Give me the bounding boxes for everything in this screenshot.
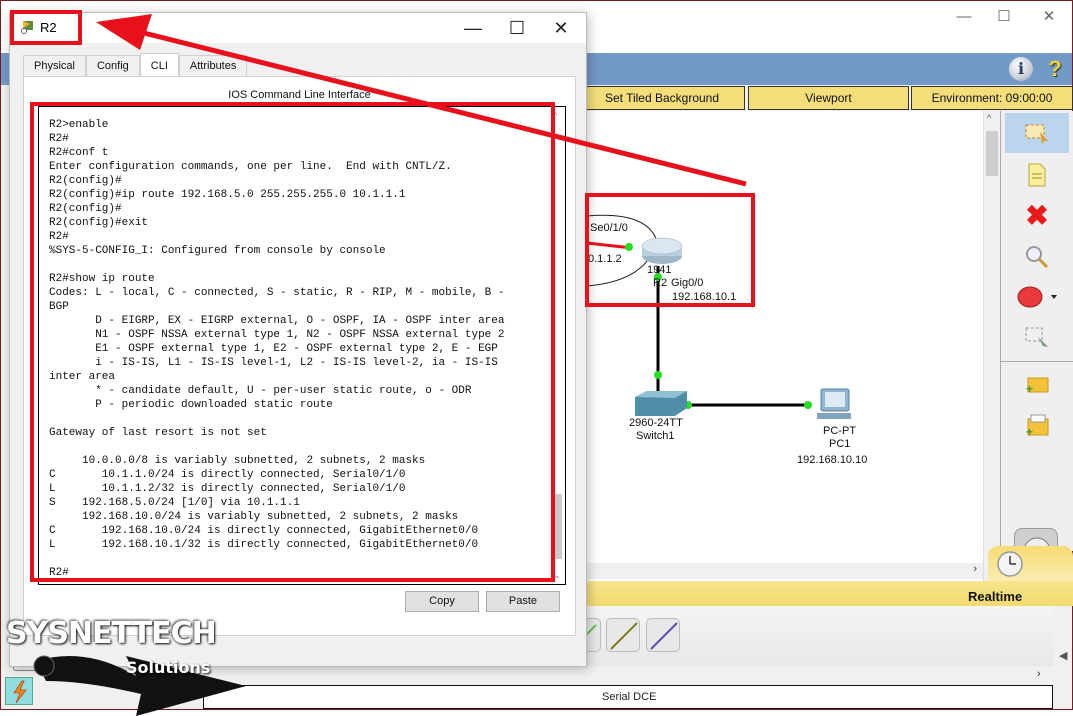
router-gig-port-label: Gig0/0 — [671, 277, 704, 289]
resize-shape-tool[interactable] — [1005, 317, 1069, 357]
svg-text:+: + — [1026, 425, 1033, 438]
cli-tab-panel: IOS Command Line Interface R2>enable R2#… — [23, 76, 576, 636]
pc-name-label: PC1 — [829, 438, 851, 450]
scroll-up-icon[interactable]: ^ — [987, 113, 991, 123]
router-serial-ip-label: 0.1.1.2 — [588, 253, 622, 265]
select-icon — [1025, 124, 1048, 144]
dialog-close-button[interactable]: ✕ — [541, 16, 581, 40]
tool-divider — [1001, 361, 1073, 362]
cli-console[interactable]: R2>enable R2# R2#conf t Enter configurat… — [38, 106, 566, 585]
set-tiled-background-button[interactable]: Set Tiled Background — [579, 86, 745, 110]
svg-text:+: + — [1026, 382, 1033, 395]
help-icon[interactable]: ? — [1043, 57, 1067, 81]
switch-icon — [635, 391, 687, 416]
switch-model-label: 2960-24TT — [629, 417, 683, 429]
scroll-thumb[interactable] — [986, 131, 998, 176]
watermark-tagline: Solutions — [126, 658, 211, 677]
ellipse-icon — [1017, 286, 1057, 308]
topology-canvas — [587, 214, 851, 419]
cli-scroll-thumb[interactable] — [554, 494, 562, 559]
select-tool[interactable] — [1005, 113, 1069, 153]
realtime-label: Realtime — [968, 589, 1023, 604]
magnifier-icon — [1026, 246, 1049, 269]
copy-button[interactable]: Copy — [405, 591, 479, 612]
complex-pdu-icon: + — [1026, 414, 1049, 438]
workspace-vertical-scrollbar[interactable]: ^ — [983, 111, 999, 581]
dialog-minimize-button[interactable]: — — [453, 16, 493, 40]
watermark-logo: SYSNETTECH Solutions — [6, 616, 246, 716]
router-icon — [641, 237, 683, 264]
simple-pdu-icon: + — [1026, 377, 1049, 395]
add-simple-pdu-tool[interactable]: + — [1005, 365, 1069, 405]
cli-scrollbar[interactable]: ^ ⌄ — [552, 108, 564, 583]
phone-cable-icon — [650, 622, 678, 650]
viewport-button[interactable]: Viewport — [748, 86, 909, 110]
cable-scroll-right-icon[interactable]: › — [1037, 668, 1041, 680]
switch-uplink-status-dot — [654, 371, 662, 379]
pc-ip-label: 192.168.10.10 — [797, 454, 868, 466]
add-complex-pdu-tool[interactable]: + — [1005, 405, 1069, 445]
delete-x-icon: ✖ — [1025, 199, 1049, 231]
router-config-icon — [21, 21, 33, 34]
tab-physical[interactable]: Physical — [23, 55, 86, 77]
app-minimize-button[interactable]: — — [949, 7, 979, 27]
inspect-tool[interactable] — [1005, 237, 1069, 277]
watermark-brand: SYSNETTECH — [6, 616, 217, 651]
dialog-titlebar[interactable]: R2 — ☐ ✕ — [10, 13, 586, 43]
pc-icon — [817, 388, 851, 419]
tool-panel: ✖ + + — [1000, 111, 1073, 551]
panel-collapse-icon[interactable]: ◀ — [1059, 649, 1067, 662]
cable-fiber-button[interactable] — [606, 618, 640, 652]
router-serial-port-label: Se0/1/0 — [590, 222, 628, 234]
tab-attributes[interactable]: Attributes — [178, 55, 248, 77]
note-tool[interactable] — [1005, 155, 1069, 195]
dialog-title: R2 — [40, 20, 57, 35]
cli-scroll-down-icon[interactable]: ⌄ — [553, 570, 561, 581]
workspace-horizontal-scrollbar[interactable]: › — [587, 563, 983, 579]
note-icon — [1028, 163, 1046, 187]
paste-button[interactable]: Paste — [486, 591, 560, 612]
environment-button[interactable]: Environment: 09:00:00 — [911, 86, 1073, 110]
router-gig-ip-label: 192.168.10.1 — [672, 291, 737, 303]
r2-device-dialog: R2 — ☐ ✕ Physical Config CLI Attributes … — [9, 12, 587, 667]
fiber-cable-icon — [610, 622, 638, 650]
switch-name-label: Switch1 — [636, 430, 675, 442]
cli-scroll-up-icon[interactable]: ^ — [553, 110, 557, 120]
info-icon[interactable]: i — [1009, 57, 1033, 81]
connection-type-label: Serial DCE — [203, 685, 1053, 709]
cli-heading: IOS Command Line Interface — [228, 89, 371, 101]
serial-port-status-dot — [625, 243, 633, 251]
cable-phone-button[interactable] — [646, 618, 680, 652]
dialog-tabs: Physical Config CLI Attributes — [23, 53, 248, 77]
pc-model-label: PC-PT — [823, 425, 856, 437]
dialog-maximize-button[interactable]: ☐ — [497, 16, 537, 40]
resize-icon — [1025, 327, 1048, 347]
app-maximize-button[interactable]: ☐ — [989, 7, 1019, 27]
tab-cli[interactable]: CLI — [139, 53, 179, 77]
draw-ellipse-tool[interactable] — [1005, 277, 1069, 317]
scroll-right-icon[interactable]: › — [973, 563, 977, 575]
router-name-label: R2 — [653, 277, 668, 289]
pc-port-status-dot — [804, 401, 812, 409]
router-model-label: 1941 — [647, 264, 672, 276]
tab-config[interactable]: Config — [85, 55, 140, 77]
app-close-button[interactable]: ✕ — [1034, 7, 1064, 27]
cli-output[interactable]: R2>enable R2# R2#conf t Enter configurat… — [49, 118, 504, 580]
delete-tool[interactable]: ✖ — [1005, 195, 1069, 235]
